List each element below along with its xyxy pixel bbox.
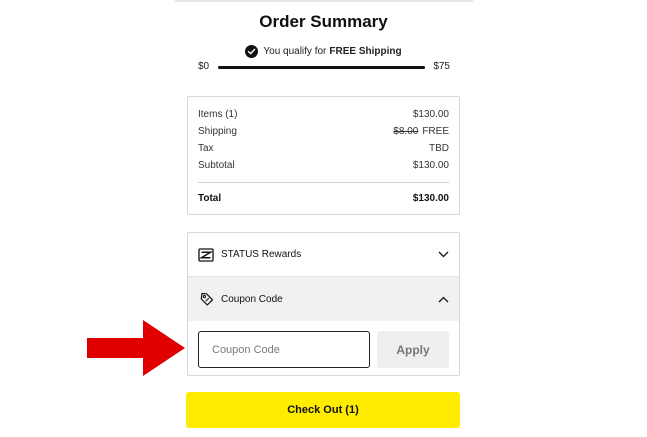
- shipping-original-price: $8.00: [393, 126, 419, 137]
- check-circle-icon: [245, 45, 259, 58]
- status-rewards-label: STATUS Rewards: [221, 249, 302, 260]
- progress-max-label: $75: [433, 61, 450, 72]
- summary-row-value: $130.00: [412, 160, 449, 171]
- coupon-code-toggle[interactable]: Coupon Code: [188, 277, 459, 321]
- summary-row-tax: Tax TBD: [198, 143, 449, 157]
- qualify-text: You qualify for: [263, 46, 327, 57]
- status-rewards-icon: [198, 247, 214, 263]
- summary-row-value: TBD: [429, 143, 449, 154]
- page-title: Order Summary: [259, 12, 388, 31]
- coupon-tag-icon: [198, 291, 214, 307]
- summary-row-value: FREE: [422, 126, 449, 137]
- order-summary-box: Items (1) $130.00 Shipping $8.00 FREE Tax…: [187, 96, 460, 215]
- free-shipping-notice: You qualify for FREE Shipping: [0, 45, 647, 58]
- arrow-right-icon: [87, 320, 185, 376]
- qualify-bold-text: FREE Shipping: [329, 46, 402, 57]
- apply-coupon-button[interactable]: Apply: [377, 331, 449, 368]
- summary-row-label: Items (1): [198, 109, 238, 120]
- total-label: Total: [198, 193, 222, 204]
- rewards-coupon-accordion: STATUS Rewards Coupon Code Apply: [187, 232, 460, 376]
- progress-track: [218, 66, 425, 69]
- chevron-up-icon: [437, 293, 449, 305]
- shipping-progress: $0 $75: [198, 61, 450, 75]
- summary-divider: [198, 182, 449, 183]
- summary-row-subtotal: Subtotal $130.00: [198, 160, 449, 174]
- total-value: $130.00: [412, 193, 449, 204]
- progress-fill: [218, 66, 425, 69]
- summary-row-value-wrap: $8.00 FREE: [393, 126, 449, 140]
- chevron-down-icon: [437, 249, 449, 261]
- check-out-button[interactable]: Check Out (1): [186, 392, 460, 428]
- status-rewards-toggle[interactable]: STATUS Rewards: [188, 233, 459, 277]
- summary-row-items: Items (1) $130.00: [198, 109, 449, 123]
- coupon-code-input[interactable]: [198, 331, 370, 368]
- summary-row-label: Tax: [198, 143, 214, 154]
- summary-row-label: Shipping: [198, 126, 237, 137]
- summary-row-total: Total $130.00: [198, 193, 449, 207]
- summary-row-shipping: Shipping $8.00 FREE: [198, 126, 449, 140]
- coupon-code-label: Coupon Code: [221, 293, 283, 305]
- summary-row-label: Subtotal: [198, 160, 235, 171]
- summary-row-value: $130.00: [412, 109, 449, 120]
- progress-min-label: $0: [198, 61, 210, 72]
- top-divider: [175, 0, 473, 2]
